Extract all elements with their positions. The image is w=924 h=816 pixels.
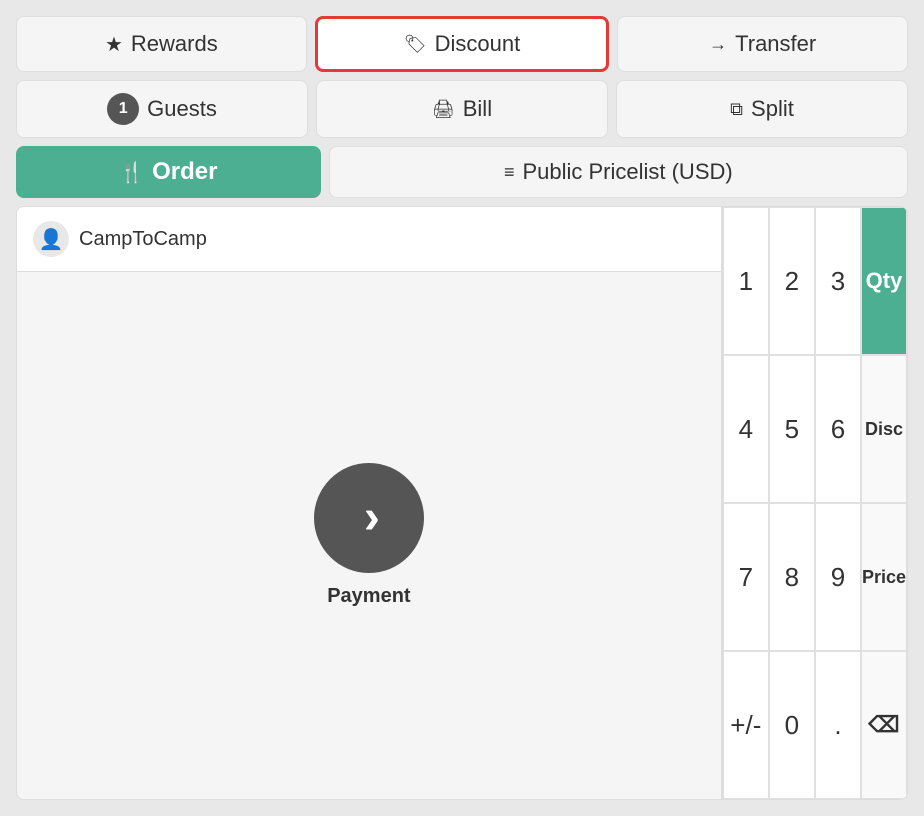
numpad-key-plusminus[interactable]: +/- — [723, 651, 769, 799]
backspace-button[interactable]: ⌫ — [861, 651, 907, 799]
numpad-key-0[interactable]: 0 — [769, 651, 815, 799]
guests-label: Guests — [147, 96, 217, 122]
arrow-right-icon: → — [709, 34, 727, 55]
qty-button[interactable]: Qty — [861, 207, 907, 355]
numpad-key-5[interactable]: 5 — [769, 355, 815, 503]
discount-label: Discount — [435, 31, 521, 57]
guests-badge: 1 — [107, 93, 139, 125]
rewards-button[interactable]: ★ Rewards — [16, 16, 307, 72]
rewards-label: Rewards — [131, 31, 218, 57]
print-icon: 🖨 — [432, 99, 455, 120]
order-label: Order — [152, 158, 217, 186]
numpad-key-6[interactable]: 6 — [815, 355, 861, 503]
split-button[interactable]: ⧉ Split — [616, 80, 908, 138]
fork-knife-icon: 🍴 — [119, 160, 144, 185]
second-action-row: 1 Guests 🖨 Bill ⧉ Split — [16, 80, 908, 138]
split-label: Split — [751, 96, 794, 122]
pricelist-label: Public Pricelist (USD) — [522, 159, 732, 185]
transfer-button[interactable]: → Transfer — [617, 16, 908, 72]
copy-icon: ⧉ — [730, 99, 743, 120]
numpad-key-4[interactable]: 4 — [723, 355, 769, 503]
numpad-key-8[interactable]: 8 — [769, 503, 815, 651]
tag-icon: 🏷 — [404, 34, 427, 55]
disc-button[interactable]: Disc — [861, 355, 907, 503]
discount-button[interactable]: 🏷 Discount — [315, 16, 610, 72]
pos-container: ★ Rewards 🏷 Discount → Transfer 1 Guests… — [0, 0, 924, 816]
numpad-key-9[interactable]: 9 — [815, 503, 861, 651]
chevron-right-icon: › — [364, 494, 380, 542]
top-action-row: ★ Rewards 🏷 Discount → Transfer — [16, 16, 908, 72]
customer-name: CampToCamp — [79, 228, 207, 251]
bill-label: Bill — [463, 96, 492, 122]
numpad-key-7[interactable]: 7 — [723, 503, 769, 651]
transfer-label: Transfer — [735, 31, 816, 57]
numpad: 1 2 3 Qty 4 5 6 Disc 7 8 9 Price +/- 0 .… — [722, 207, 907, 799]
bill-button[interactable]: 🖨 Bill — [316, 80, 608, 138]
numpad-key-1[interactable]: 1 — [723, 207, 769, 355]
numpad-key-3[interactable]: 3 — [815, 207, 861, 355]
pricelist-button[interactable]: ≡ Public Pricelist (USD) — [329, 146, 908, 198]
order-button[interactable]: 🍴 Order — [16, 146, 321, 198]
guests-button[interactable]: 1 Guests — [16, 80, 308, 138]
numpad-key-2[interactable]: 2 — [769, 207, 815, 355]
price-button[interactable]: Price — [861, 503, 907, 651]
order-panel: 👤 CampToCamp › Payment — [17, 207, 722, 799]
backspace-icon: ⌫ — [868, 712, 899, 738]
payment-button[interactable]: › — [314, 463, 424, 573]
star-icon: ★ — [105, 32, 123, 57]
payment-label: Payment — [327, 585, 410, 608]
main-content-area: 👤 CampToCamp › Payment 1 2 3 Qty 4 5 6 — [16, 206, 908, 800]
numpad-key-dot[interactable]: . — [815, 651, 861, 799]
customer-row: 👤 CampToCamp — [17, 207, 721, 272]
customer-avatar: 👤 — [33, 221, 69, 257]
order-pricelist-row: 🍴 Order ≡ Public Pricelist (USD) — [16, 146, 908, 198]
list-icon: ≡ — [504, 162, 515, 183]
person-icon: 👤 — [39, 227, 64, 252]
order-content-area: › Payment — [314, 272, 424, 799]
